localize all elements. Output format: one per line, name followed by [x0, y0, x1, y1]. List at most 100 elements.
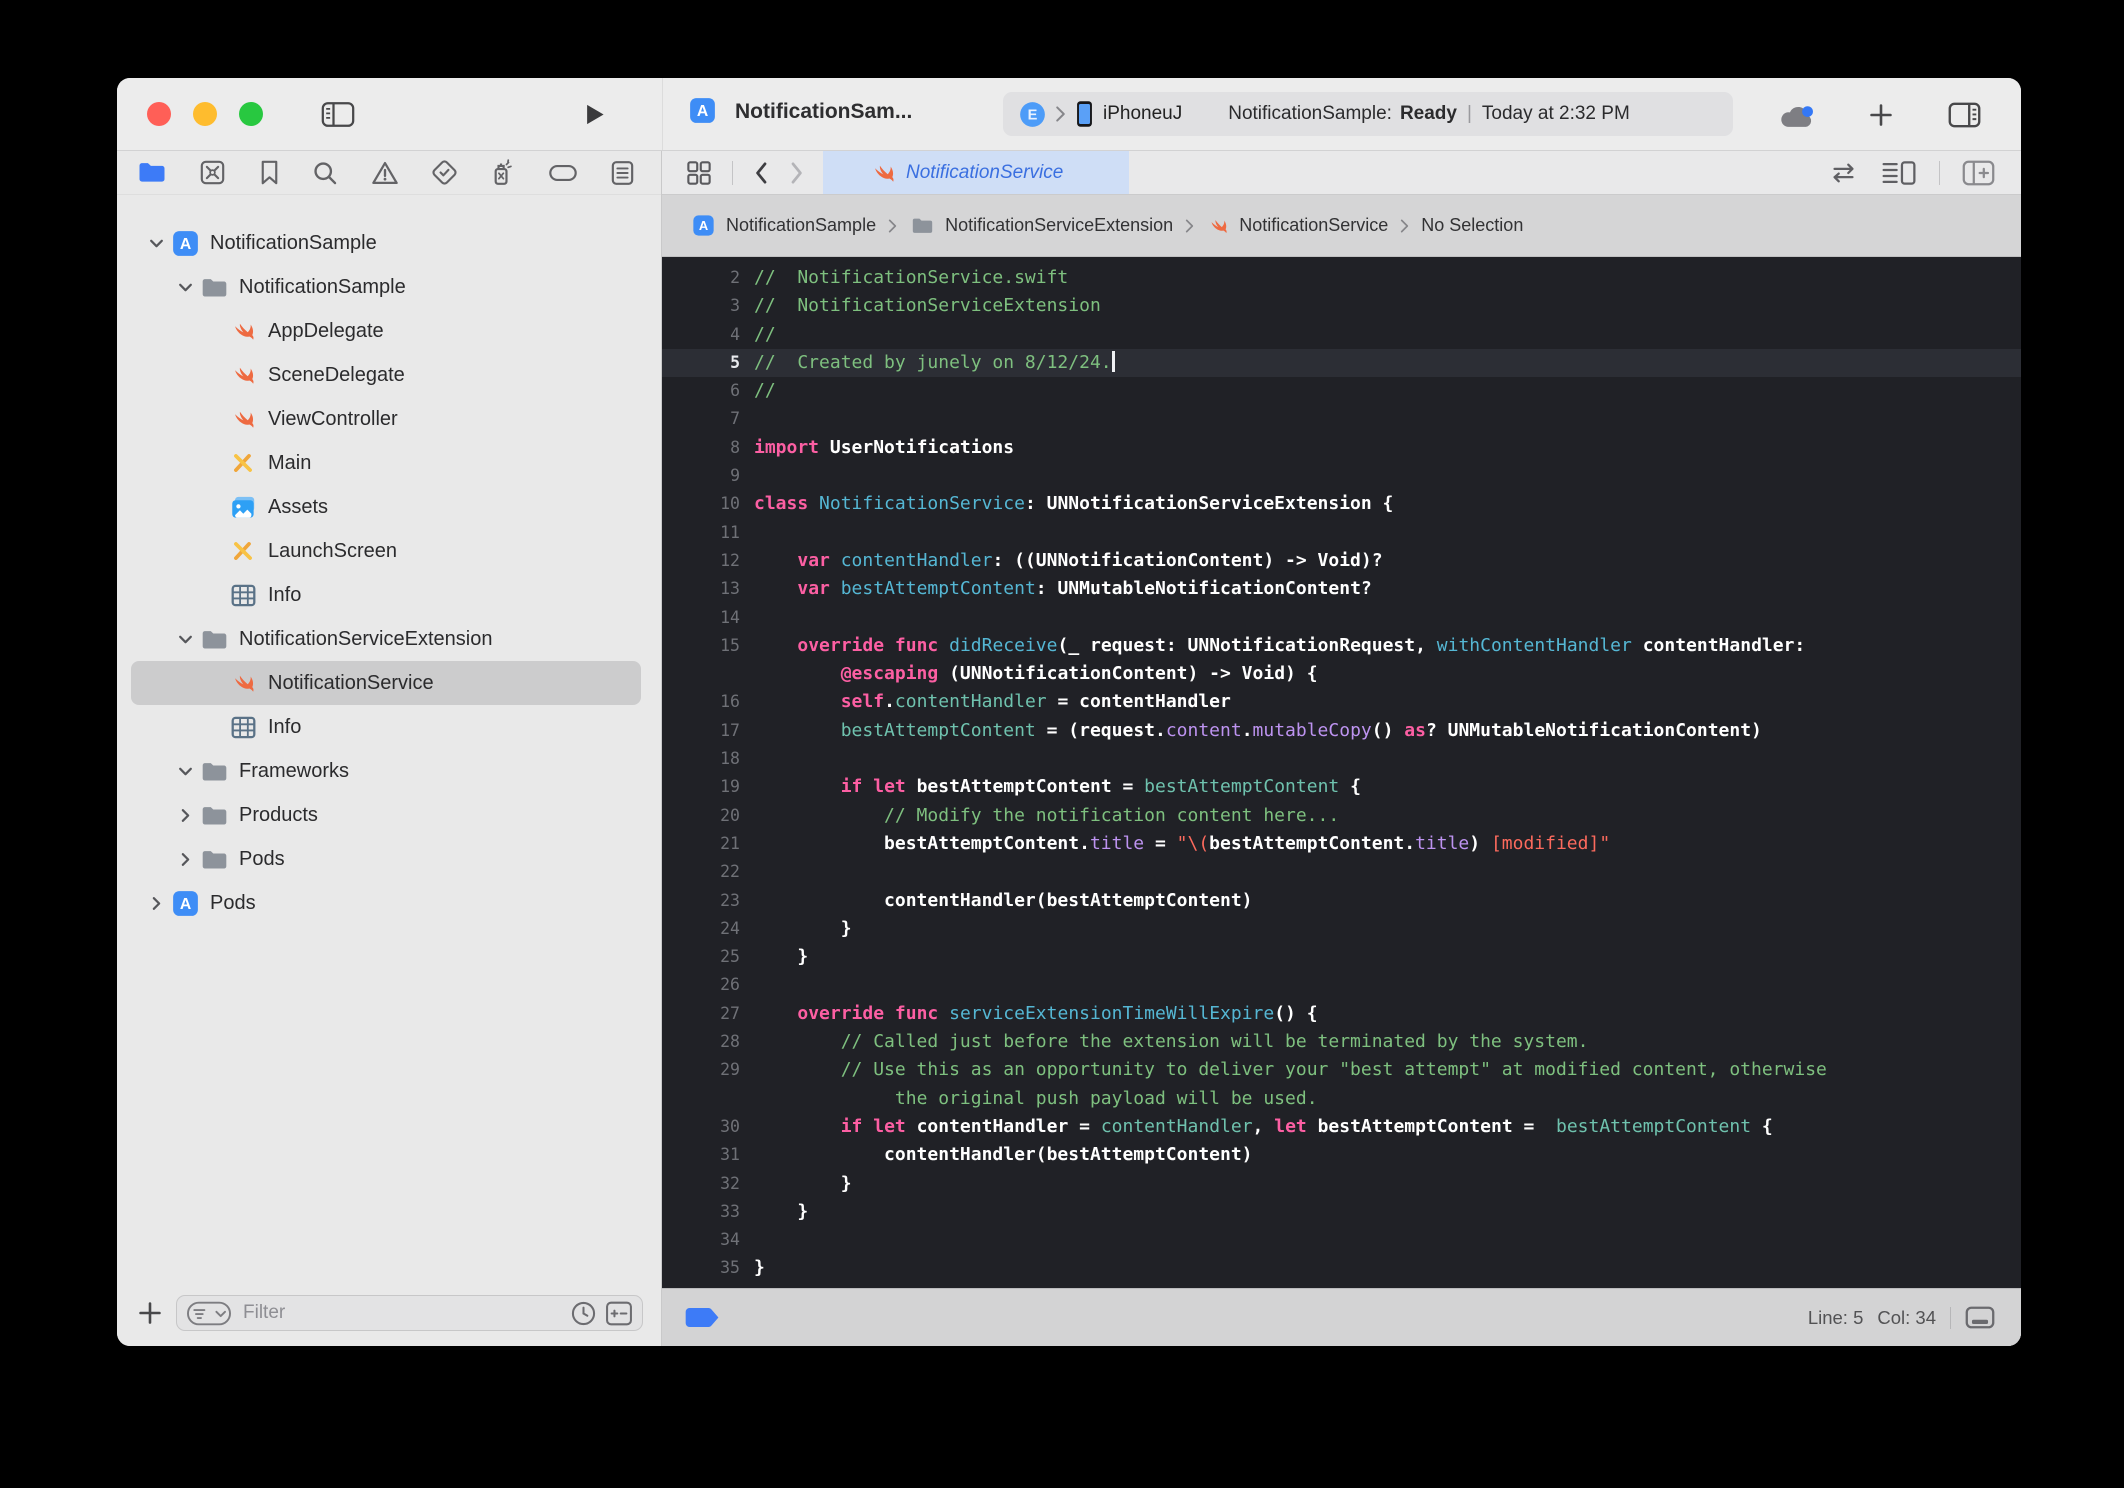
tree-item-notificationservice[interactable]: NotificationService — [131, 661, 641, 705]
code-line-4[interactable]: 4// — [662, 321, 2021, 349]
tree-item-notificationserviceextension[interactable]: NotificationServiceExtension — [131, 617, 641, 661]
code-line-30[interactable]: 30 if let contentHandler = contentHandle… — [662, 1113, 2021, 1141]
filter-field[interactable] — [176, 1295, 643, 1331]
filter-input[interactable] — [241, 1301, 562, 1325]
code-line-9[interactable]: 9 — [662, 462, 2021, 490]
chevron-right-icon[interactable] — [142, 895, 170, 912]
tree-item-viewcontroller[interactable]: ViewController — [131, 397, 641, 441]
line-number[interactable]: 26 — [662, 971, 754, 999]
line-number[interactable]: 21 — [662, 830, 754, 858]
code-line-14[interactable]: 14 — [662, 604, 2021, 632]
chevron-down-icon[interactable] — [171, 763, 199, 780]
cloud-sync-icon[interactable] — [1778, 103, 1815, 130]
code-line-31[interactable]: 31 contentHandler(bestAttemptContent) — [662, 1141, 2021, 1169]
code-line-wrap[interactable]: @escaping (UNNotificationContent) -> Voi… — [662, 660, 2021, 688]
code-line-29[interactable]: 29 // Use this as an opportunity to deli… — [662, 1056, 2021, 1084]
navigator-tab-reports[interactable] — [606, 155, 639, 191]
chevron-down-icon[interactable] — [142, 235, 170, 252]
code-line-5[interactable]: 5// Created by junely on 8/12/24. — [662, 349, 2021, 377]
line-number[interactable]: 16 — [662, 688, 754, 716]
code-line-18[interactable]: 18 — [662, 745, 2021, 773]
code-line-26[interactable]: 26 — [662, 971, 2021, 999]
related-items-grid-icon[interactable] — [686, 160, 712, 186]
line-number[interactable]: 7 — [662, 405, 754, 433]
breadcrumb-item-notificationsample[interactable]: ANotificationSample — [690, 212, 876, 239]
tree-item-frameworks[interactable]: Frameworks — [131, 749, 641, 793]
line-number[interactable]: 28 — [662, 1028, 754, 1056]
line-number[interactable]: 15 — [662, 632, 754, 660]
navigator-tab-search[interactable] — [308, 156, 342, 190]
code-line-23[interactable]: 23 contentHandler(bestAttemptContent) — [662, 887, 2021, 915]
code-line-24[interactable]: 24 } — [662, 915, 2021, 943]
recent-files-clock-icon[interactable] — [571, 1301, 596, 1326]
navigator-tab-issues[interactable] — [367, 156, 403, 190]
code-line-35[interactable]: 35} — [662, 1254, 2021, 1282]
minimize-window-button[interactable] — [193, 102, 217, 126]
tree-item-main[interactable]: Main — [131, 441, 641, 485]
chevron-down-icon[interactable] — [171, 279, 199, 296]
code-review-swap-icon[interactable] — [1828, 161, 1859, 185]
line-number[interactable]: 18 — [662, 745, 754, 773]
toggle-inspector-icon[interactable] — [1948, 102, 1981, 128]
chevron-down-icon[interactable] — [171, 631, 199, 648]
tree-item-pods[interactable]: Pods — [131, 837, 641, 881]
line-number[interactable]: 11 — [662, 519, 754, 547]
source-code-editor[interactable]: 2// NotificationService.swift3// Notific… — [662, 257, 2021, 1288]
line-number[interactable]: 8 — [662, 434, 754, 462]
line-number[interactable]: 3 — [662, 292, 754, 320]
line-number[interactable]: 4 — [662, 321, 754, 349]
run-destination[interactable]: iPhoneuJ — [1103, 103, 1182, 125]
editor-tab-notificationservice[interactable]: NotificationService — [823, 151, 1129, 194]
line-number[interactable]: 5 — [662, 349, 754, 377]
code-line-16[interactable]: 16 self.contentHandler = contentHandler — [662, 688, 2021, 716]
line-number[interactable]: 2 — [662, 264, 754, 292]
line-number[interactable]: 33 — [662, 1198, 754, 1226]
line-number[interactable]: 25 — [662, 943, 754, 971]
new-tab-plus-button[interactable] — [1868, 102, 1894, 128]
code-line-17[interactable]: 17 bestAttemptContent = (request.content… — [662, 717, 2021, 745]
tree-item-info[interactable]: Info — [131, 573, 641, 617]
add-file-plus-button[interactable] — [137, 1300, 163, 1326]
code-line-34[interactable]: 34 — [662, 1226, 2021, 1254]
tree-item-scenedelegate[interactable]: SceneDelegate — [131, 353, 641, 397]
line-number[interactable]: 9 — [662, 462, 754, 490]
line-number[interactable]: 35 — [662, 1254, 754, 1282]
scheme-and-status-bar[interactable]: E iPhoneuJ NotificationSample: Ready | T… — [1003, 92, 1733, 136]
navigator-tab-tests[interactable] — [427, 155, 462, 190]
tree-item-info[interactable]: Info — [131, 705, 641, 749]
tree-item-appdelegate[interactable]: AppDelegate — [131, 309, 641, 353]
close-window-button[interactable] — [147, 102, 171, 126]
navigator-tab-breakpoints[interactable] — [544, 158, 582, 188]
breadcrumb-item-no-selection[interactable]: No Selection — [1421, 215, 1523, 236]
run-button[interactable] — [583, 102, 606, 127]
line-number[interactable]: 19 — [662, 773, 754, 801]
code-line-13[interactable]: 13 var bestAttemptContent: UNMutableNoti… — [662, 575, 2021, 603]
code-line-28[interactable]: 28 // Called just before the extension w… — [662, 1028, 2021, 1056]
add-editor-icon[interactable] — [1962, 160, 1995, 186]
navigator-tab-debug[interactable] — [486, 155, 519, 191]
line-number[interactable]: 32 — [662, 1170, 754, 1198]
line-number[interactable]: 30 — [662, 1113, 754, 1141]
toggle-navigator-icon[interactable] — [321, 101, 355, 128]
code-line-10[interactable]: 10class NotificationService: UNNotificat… — [662, 490, 2021, 518]
line-number[interactable]: 20 — [662, 802, 754, 830]
line-number[interactable]: 17 — [662, 717, 754, 745]
code-line-8[interactable]: 8import UserNotifications — [662, 434, 2021, 462]
navigator-tab-project[interactable] — [133, 156, 171, 189]
editor-display-icon[interactable] — [1965, 1306, 1995, 1329]
breakpoint-tag-icon[interactable] — [684, 1306, 722, 1329]
line-number[interactable]: 31 — [662, 1141, 754, 1169]
line-number[interactable]: 34 — [662, 1226, 754, 1254]
zoom-window-button[interactable] — [239, 102, 263, 126]
line-number[interactable]: 24 — [662, 915, 754, 943]
line-number[interactable]: 29 — [662, 1056, 754, 1084]
code-line-27[interactable]: 27 override func serviceExtensionTimeWil… — [662, 1000, 2021, 1028]
code-line-32[interactable]: 32 } — [662, 1170, 2021, 1198]
code-line-21[interactable]: 21 bestAttemptContent.title = "\(bestAtt… — [662, 830, 2021, 858]
line-number[interactable]: 27 — [662, 1000, 754, 1028]
line-number[interactable]: 22 — [662, 858, 754, 886]
go-back-icon[interactable] — [753, 160, 769, 186]
code-line-15[interactable]: 15 override func didReceive(_ request: U… — [662, 632, 2021, 660]
line-number[interactable] — [662, 1085, 754, 1113]
go-forward-icon[interactable] — [789, 160, 805, 186]
